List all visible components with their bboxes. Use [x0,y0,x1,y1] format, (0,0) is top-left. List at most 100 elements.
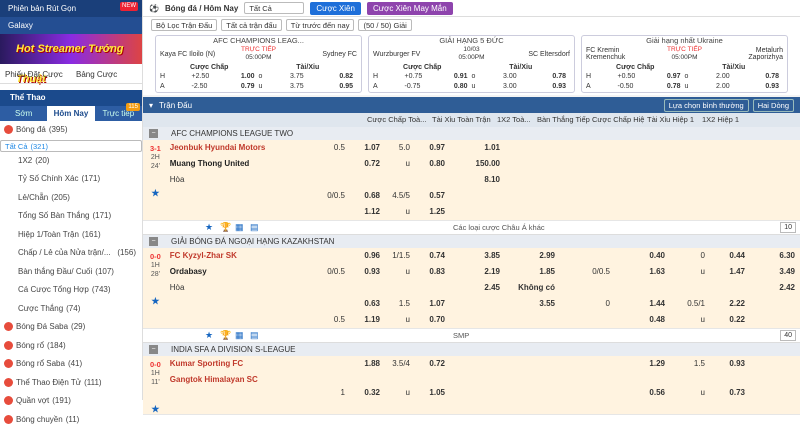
odds-button[interactable]: 2.42 [750,280,800,296]
more-markets-link[interactable]: Các loại cược Châu Á khác [453,223,545,232]
odds-button[interactable]: 0.97 [415,140,450,156]
streamer-banner[interactable]: Hot Streamer Tướng Thuật [0,34,142,64]
odds-button[interactable]: 1.12 [350,204,385,220]
favorite-icon[interactable]: ★ [205,223,214,232]
more-count-select[interactable]: 10 [780,222,796,233]
trophy-icon[interactable]: 🏆 [220,331,229,340]
odds-button[interactable]: 0.91 [436,72,472,82]
odds-button[interactable]: 0.96 [350,248,385,264]
sidebar-item[interactable]: 1X2(20) [0,152,142,171]
odds-button[interactable]: 1.25 [415,204,450,220]
sidebar-item[interactable]: Lẻ/Chẵn(205) [0,189,142,208]
favorite-star-icon[interactable]: ★ [143,405,168,414]
tab-bet-list[interactable]: Bảng Cược [71,66,142,83]
odds-button[interactable]: 3.85 [450,248,505,264]
odds-button[interactable]: 1.05 [415,385,450,401]
sidebar-item[interactable]: Quần vợt(191) [0,392,142,411]
odds-button[interactable]: 1.47 [710,264,750,280]
odds-button[interactable]: 0.78 [748,72,784,82]
favorite-icon[interactable]: ★ [205,331,214,340]
match-filter-select[interactable]: Bộ Lọc Trận Đấu [151,19,217,31]
odds-button[interactable]: 0.79 [223,82,259,92]
odds-button[interactable]: 1.85 [505,264,560,280]
galaxy-link[interactable]: Galaxy [0,17,142,34]
odds-button[interactable]: 150.00 [450,156,505,172]
sports-header[interactable]: Thể Thao [0,90,142,106]
away-team[interactable]: Ordabasy [170,264,325,280]
featured-match-card[interactable]: Giải hạng nhất UkraineFC Kremin Kremench… [581,35,788,93]
tab-bet-slip[interactable]: Phiếu Đặt Cược [0,66,71,83]
odds-button[interactable]: 0.93 [710,356,750,372]
sidebar-item[interactable]: Bóng chuyền(11) [0,411,142,429]
odds-button[interactable]: 0.78 [649,82,685,92]
odds-button[interactable]: Không có 3.55 [505,280,560,296]
featured-match-card[interactable]: GIẢI HẠNG 5 ĐỨCWurzburger FV10/0305:00PM… [368,35,575,93]
odds-button[interactable]: 1.88 [350,356,385,372]
more-markets-link[interactable]: SMP [453,331,469,340]
parlay-button[interactable]: Cược Xiên [310,2,361,15]
odds-button[interactable]: 0.93 [748,82,784,92]
compact-version-link[interactable]: Phiên bản Rút GọnNEW [0,0,142,17]
odds-button[interactable]: 1.07 [415,296,450,312]
league-header[interactable]: −GIẢI BÓNG ĐÁ NGOẠI HẠNG KAZAKHSTAN [143,235,800,248]
sidebar-item[interactable]: Bóng rổ Saba(41) [0,355,142,374]
tab-early[interactable]: Sớm [0,106,47,121]
odds-button[interactable]: 0.56 [615,385,670,401]
league-header[interactable]: −INDIA SFA A DIVISION S-LEAGUE [143,343,800,356]
odds-button[interactable]: 0.80 [436,82,472,92]
league-count-select[interactable]: (50 / 50) Giải [358,19,411,31]
odds-button[interactable]: 0.83 [415,264,450,280]
odds-button[interactable]: 6.30 [750,248,800,264]
odds-button[interactable]: 0.95 [322,82,358,92]
odds-button[interactable]: 0.74 [415,248,450,264]
odds-button[interactable]: 0.40 [615,248,670,264]
collapse-icon[interactable]: − [149,129,158,138]
odds-button[interactable]: 0.32 [350,385,385,401]
home-team[interactable]: FC Kyzyl-Zhar SK [170,248,325,264]
odds-button[interactable]: 1.01 [450,140,505,156]
home-team[interactable]: Kumar Sporting FC [170,356,325,372]
live-icon[interactable]: ▤ [250,223,259,232]
display-mode-select[interactable]: Lựa chọn bình thường [664,99,749,112]
sidebar-item[interactable]: Bóng đá(395) [0,121,142,140]
odds-button[interactable]: 2.99 [505,248,560,264]
tab-live[interactable]: Trực tiếp115 [95,106,142,121]
odds-button[interactable]: 0.93 [350,264,385,280]
sidebar-item[interactable]: Bàn thắng Đầu/ Cuối(107) [0,263,142,282]
featured-match-card[interactable]: AFC CHAMPIONS LEAG...Kaya FC Iloilo (N)T… [155,35,362,93]
odds-button[interactable]: 1.07 [350,140,385,156]
odds-button[interactable]: 8.10 [450,172,505,188]
odds-button[interactable]: 0.22 [710,312,750,328]
sidebar-item[interactable]: Bóng rổ(184) [0,337,142,356]
odds-button[interactable]: 0.93 [535,82,571,92]
more-count-select[interactable]: 40 [780,330,796,341]
odds-button[interactable]: 0.73 [710,385,750,401]
odds-button[interactable]: 0.82 [322,72,358,82]
odds-button[interactable]: 0.48 [615,312,670,328]
away-team[interactable]: Muang Thong United [170,156,325,172]
sidebar-item[interactable]: Tổng Số Bàn Thắng(171) [0,207,142,226]
odds-button[interactable]: 0.72 [415,356,450,372]
odds-button[interactable]: 0.44 [710,248,750,264]
sidebar-item[interactable]: Tất Cả(321) [0,140,142,152]
odds-button[interactable]: 0.80 [415,156,450,172]
sidebar-item[interactable]: Cược Thắng(74) [0,300,142,319]
odds-button[interactable]: 2.19 [450,264,505,280]
odds-button[interactable]: 0.63 [350,296,385,312]
odds-button[interactable]: 0.57 [415,188,450,204]
collapse-icon[interactable]: − [149,345,158,354]
sidebar-item[interactable]: Bóng Đá Saba(29) [0,318,142,337]
trophy-icon[interactable]: 🏆 [220,223,229,232]
odds-button[interactable]: 3.49 [750,264,800,280]
favorite-star-icon[interactable]: ★ [143,297,168,306]
sidebar-item[interactable]: Hiệp 1/Toàn Trận(161) [0,226,142,245]
collapse-icon[interactable]: − [149,237,158,246]
all-matches-select[interactable]: Tất cả trận đấu [221,19,281,31]
league-header[interactable]: −AFC CHAMPIONS LEAGUE TWO [143,127,800,140]
sidebar-item[interactable]: Tỷ Số Chính Xác(171) [0,170,142,189]
odds-button[interactable]: 1.00 [223,72,259,82]
odds-button[interactable]: 2.45 [450,280,505,296]
collapse-icon[interactable]: ▾ [149,101,153,110]
sidebar-item[interactable]: Chấp / Lẻ của Nửa trận/...(156) [0,244,142,263]
stats-icon[interactable]: ▦ [235,223,244,232]
